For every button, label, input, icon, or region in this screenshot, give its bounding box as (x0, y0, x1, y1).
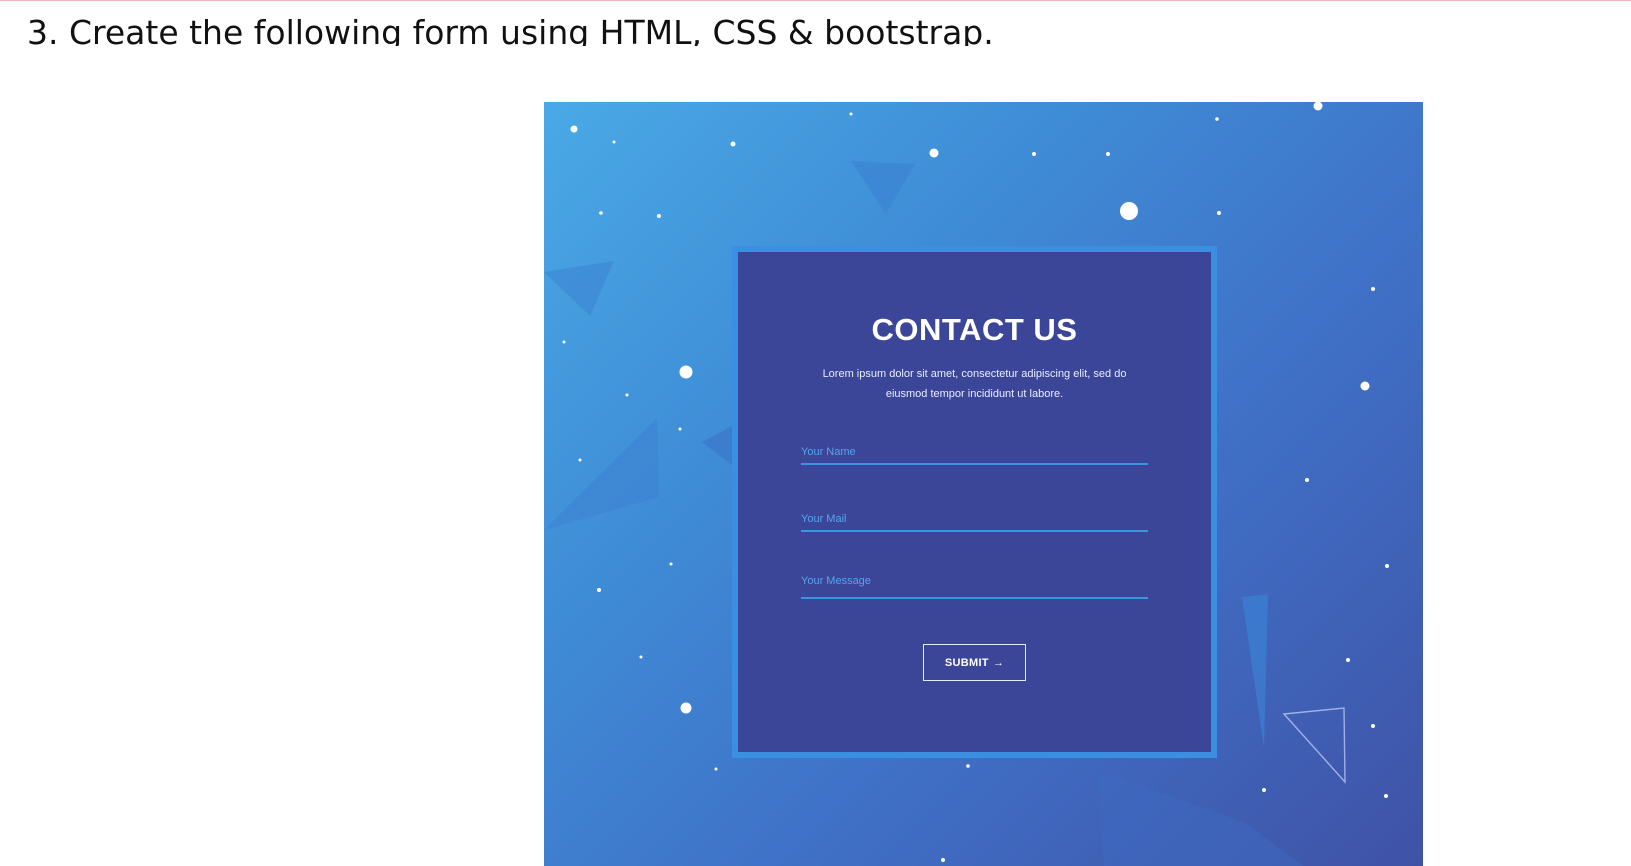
contact-description: Lorem ipsum dolor sit amet, consectetur … (822, 368, 1127, 400)
contact-card-frame: CONTACT US Lorem ipsum dolor sit amet, c… (732, 246, 1217, 758)
mail-input[interactable] (801, 500, 1148, 530)
question-heading: 3. Create the following form using HTML,… (27, 13, 994, 46)
message-input[interactable] (801, 567, 1148, 597)
submit-label: SUBMIT (944, 656, 989, 669)
contact-title: CONTACT US (871, 312, 1078, 347)
triangle-decoration (544, 261, 614, 316)
triangle-decoration (544, 418, 659, 530)
message-field-wrapper (801, 567, 1148, 599)
triangle-decoration (1242, 594, 1268, 748)
name-input[interactable] (801, 433, 1148, 463)
page-top-rule (0, 0, 1631, 1)
name-field-wrapper (801, 433, 1148, 465)
triangle-decoration (851, 161, 915, 214)
triangle-decoration (1097, 770, 1304, 866)
submit-button[interactable]: SUBMIT → (923, 644, 1026, 681)
document-page: 3. Create the following form using HTML,… (0, 0, 1631, 866)
arrow-right-icon: → (992, 656, 1005, 669)
mail-field-wrapper (801, 500, 1148, 532)
contact-form: CONTACT US Lorem ipsum dolor sit amet, c… (738, 252, 1211, 752)
outline-triangle-decoration (1282, 707, 1346, 784)
form-mockup-image: CONTACT US Lorem ipsum dolor sit amet, c… (544, 102, 1423, 866)
